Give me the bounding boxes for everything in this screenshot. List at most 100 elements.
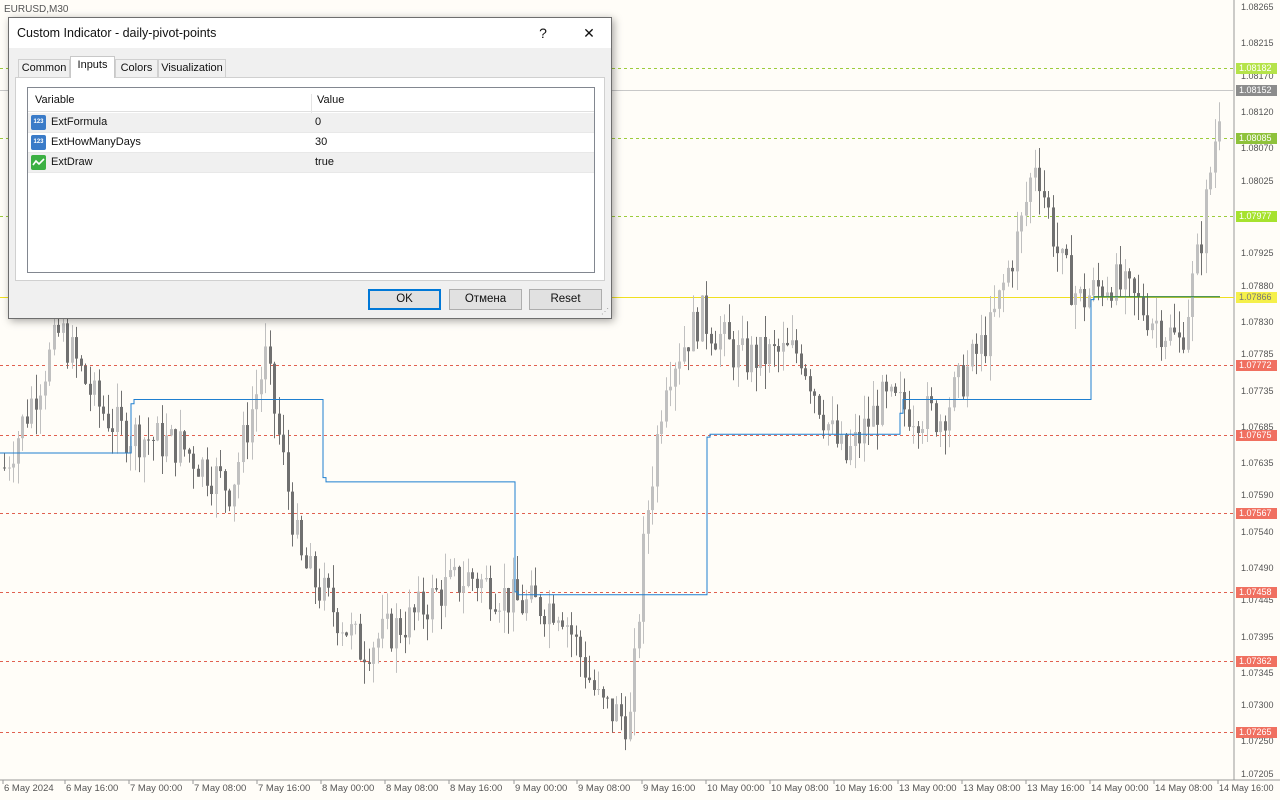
resize-grip-icon[interactable]: ⋰: [601, 308, 609, 316]
candle-body: [696, 311, 699, 342]
candle-body: [1191, 273, 1194, 317]
candle-body: [1097, 280, 1100, 287]
candle-body: [809, 376, 812, 392]
ok-button[interactable]: OK: [368, 289, 441, 310]
candle-body: [552, 603, 555, 623]
tab-visualization[interactable]: Visualization: [158, 59, 226, 77]
help-button[interactable]: ?: [521, 18, 565, 48]
candle-body: [381, 618, 384, 639]
candle-body: [989, 312, 992, 357]
candle-body: [908, 409, 911, 427]
candle-body: [566, 625, 569, 627]
candle-body: [12, 463, 15, 468]
candle-body: [282, 434, 285, 453]
candle-body: [863, 418, 866, 444]
price-tick-label: 1.07205: [1241, 769, 1274, 779]
candle-body: [1002, 282, 1005, 291]
candle-body: [467, 572, 470, 587]
candle-body: [647, 510, 650, 534]
input-value[interactable]: 30: [315, 136, 327, 148]
candle-body: [174, 429, 177, 463]
input-value[interactable]: true: [315, 156, 334, 168]
price-level-tag: 1.07362: [1236, 656, 1277, 668]
candle-body: [417, 591, 420, 613]
input-value[interactable]: 0: [315, 116, 321, 128]
candle-body: [1214, 141, 1217, 173]
candle-body: [1056, 246, 1059, 254]
candle-body: [1043, 191, 1046, 198]
price-tick-label: 1.07345: [1241, 667, 1274, 678]
time-tick-label: 10 May 16:00: [835, 783, 893, 794]
column-header-value[interactable]: Value: [317, 94, 344, 106]
time-tick-label: 7 May 00:00: [130, 783, 183, 794]
candle-body: [197, 468, 200, 477]
candle-body: [737, 344, 740, 368]
candle-body: [1155, 320, 1158, 324]
candle-body: [3, 467, 6, 469]
boolean-icon: [31, 155, 46, 170]
inputs-grid[interactable]: Variable Value 123 ExtFormula 0 123 ExtH…: [27, 87, 595, 273]
candle-body: [503, 588, 506, 611]
candle-body: [111, 428, 114, 433]
candle-body: [971, 343, 974, 367]
time-tick-label: 14 May 00:00: [1091, 783, 1149, 794]
column-header-variable[interactable]: Variable: [35, 94, 75, 106]
candle-body: [1205, 189, 1208, 254]
input-row[interactable]: ExtDraw true: [28, 153, 594, 173]
candle-body: [147, 439, 150, 441]
candle-body: [498, 610, 501, 612]
candle-body: [768, 344, 771, 365]
candle-body: [1133, 278, 1136, 294]
candle-body: [440, 589, 443, 606]
candle-body: [795, 340, 798, 354]
candle-body: [579, 636, 582, 658]
candle-body: [899, 392, 902, 394]
time-tick-label: 9 May 08:00: [578, 783, 631, 794]
close-button[interactable]: ✕: [567, 18, 611, 48]
candle-body: [84, 365, 87, 384]
candle-body: [714, 343, 717, 350]
candle-body: [516, 579, 519, 601]
candle-body: [660, 421, 663, 435]
input-row[interactable]: 123 ExtHowManyDays 30: [28, 133, 594, 153]
price-tick-label: 1.08215: [1241, 38, 1274, 49]
candle-body: [314, 556, 317, 588]
candle-body: [251, 409, 254, 443]
tab-common[interactable]: Common: [18, 59, 70, 77]
candle-body: [705, 295, 708, 334]
candle-body: [260, 379, 263, 395]
price-tick-label: 1.07735: [1241, 385, 1274, 396]
candle-body: [665, 390, 668, 422]
tab-colors[interactable]: Colors: [115, 59, 158, 77]
tab-inputs[interactable]: Inputs: [70, 56, 115, 78]
candle-body: [822, 414, 825, 431]
candle-body: [1020, 215, 1023, 232]
candle-body: [332, 587, 335, 613]
candle-body: [237, 462, 240, 485]
candle-body: [894, 386, 897, 393]
candle-body: [17, 438, 20, 464]
time-tick-label: 10 May 08:00: [771, 783, 829, 794]
input-row[interactable]: 123 ExtFormula 0: [28, 113, 594, 133]
cancel-button[interactable]: Отмена: [449, 289, 522, 310]
reset-button[interactable]: Reset: [529, 289, 602, 310]
candle-body: [309, 556, 312, 569]
candle-body: [26, 416, 29, 424]
candle-body: [521, 600, 524, 614]
candle-body: [611, 698, 614, 722]
candle-body: [678, 361, 681, 369]
candle-body: [269, 346, 272, 364]
candle-body: [1115, 264, 1118, 301]
candle-body: [539, 597, 542, 617]
candle-body: [831, 420, 834, 425]
candle-body: [30, 398, 33, 424]
candle-body: [93, 380, 96, 395]
time-tick-label: 9 May 00:00: [515, 783, 568, 794]
candle-body: [723, 322, 726, 334]
candle-body: [62, 323, 65, 333]
candle-body: [669, 386, 672, 391]
candle-body: [386, 613, 389, 619]
candle-body: [413, 607, 416, 613]
time-tick-label: 10 May 00:00: [707, 783, 765, 794]
dialog-titlebar[interactable]: Custom Indicator - daily-pivot-points ? …: [9, 18, 611, 48]
